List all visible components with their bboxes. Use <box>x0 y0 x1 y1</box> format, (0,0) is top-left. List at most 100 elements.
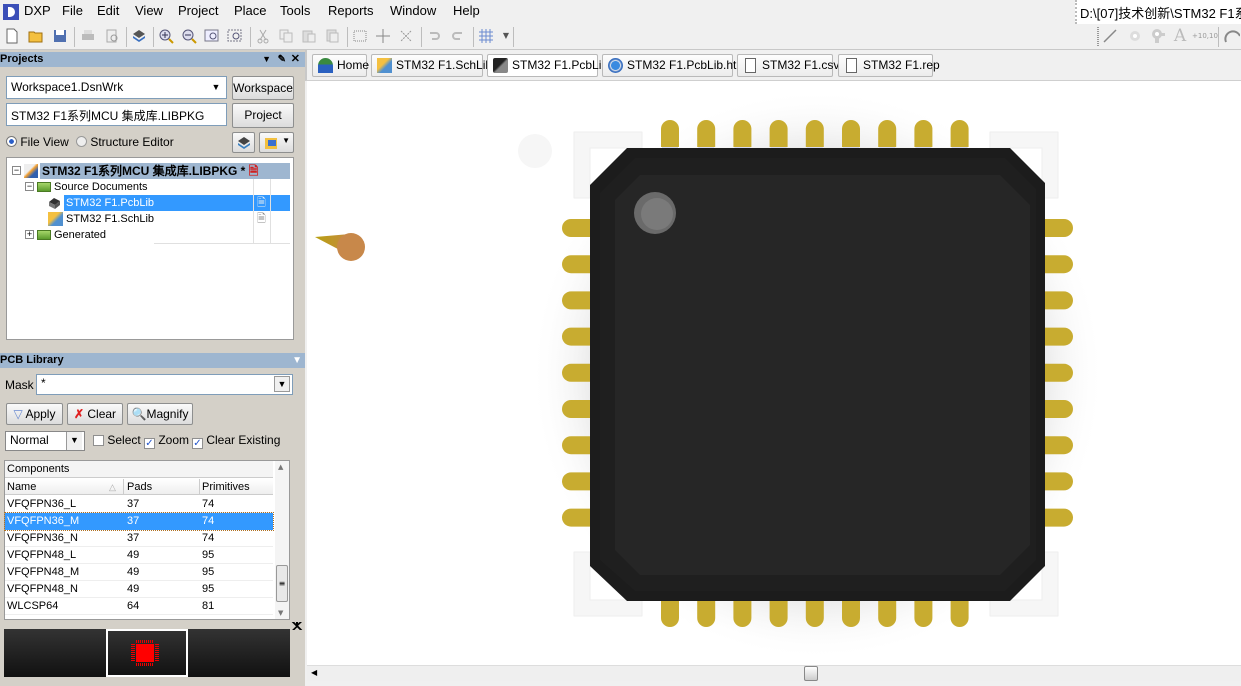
print-preview-icon[interactable] <box>104 28 120 44</box>
structure-editor-radio[interactable]: Structure Editor <box>76 135 174 149</box>
scroll-thumb[interactable]: ≡ <box>276 565 288 602</box>
rubber-stamp-icon[interactable] <box>324 28 340 44</box>
zoom-checkbox[interactable]: ✓ Zoom <box>144 433 189 449</box>
redo-icon[interactable] <box>450 28 466 44</box>
column-header-pads[interactable]: Pads <box>127 479 152 495</box>
via-icon[interactable] <box>1127 28 1143 44</box>
zoom-selection-icon[interactable] <box>227 28 243 44</box>
zoom-out-icon[interactable] <box>181 28 197 44</box>
menu-file[interactable]: File <box>62 3 83 18</box>
project-options-button[interactable]: ▼ <box>259 132 294 153</box>
move-icon[interactable] <box>375 28 391 44</box>
tree-item-pcblib[interactable]: STM32 F1.PcbLib 🗎 <box>7 195 290 211</box>
zoom-fit-icon[interactable] <box>204 28 220 44</box>
pcb-3d-canvas[interactable] <box>307 81 1241 665</box>
project-field[interactable]: STM32 F1系列MCU 集成库.LIBPKG <box>6 103 227 126</box>
menu-window[interactable]: Window <box>390 3 436 18</box>
dxp-logo-icon[interactable] <box>3 4 19 20</box>
checkbox-checked-icon: ✓ <box>192 438 203 449</box>
pad-icon[interactable] <box>1150 28 1166 44</box>
select-area-icon[interactable] <box>352 28 368 44</box>
coordinate-icon[interactable]: +10,10 <box>1192 28 1218 44</box>
column-header-primitives[interactable]: Primitives <box>202 479 250 495</box>
3d-layer-icon[interactable] <box>131 28 147 44</box>
zoom-in-icon[interactable] <box>158 28 174 44</box>
document-tab-label: STM32 F1.SchLib <box>396 58 493 72</box>
grid-dropdown-icon[interactable]: ▼ <box>498 28 514 44</box>
document-tab[interactable]: Home <box>312 54 369 77</box>
string-icon[interactable]: A <box>1172 28 1188 45</box>
project-button[interactable]: Project <box>232 103 294 128</box>
table-row[interactable]: VFQFPN36_M 37 74 <box>4 512 274 531</box>
chevron-down-icon[interactable]: ▼ <box>274 376 290 392</box>
compile-button[interactable] <box>232 132 255 153</box>
workspace-button[interactable]: Workspace <box>232 76 294 100</box>
magnify-button[interactable]: 🔍Magnify <box>127 403 193 425</box>
menu-help[interactable]: Help <box>453 3 480 18</box>
cut-icon[interactable] <box>255 28 271 44</box>
undo-icon[interactable] <box>426 28 442 44</box>
pad-bottom <box>733 600 752 627</box>
document-tab[interactable]: STM32 F1.PcbLib.htm <box>602 54 746 77</box>
copy-icon[interactable] <box>278 28 294 44</box>
menu-reports[interactable]: Reports <box>328 3 374 18</box>
collapse-preview-icon[interactable]: ⵅ <box>292 620 302 633</box>
file-view-radio[interactable]: File View <box>6 135 69 149</box>
grid-icon[interactable] <box>478 28 494 44</box>
collapse-icon[interactable]: − <box>12 166 21 175</box>
collapse-icon[interactable]: − <box>25 182 34 191</box>
apply-button[interactable]: ▽ Apply <box>6 403 63 425</box>
scroll-up-icon[interactable]: ▲ <box>278 463 283 471</box>
table-row[interactable]: WLCSP64 64 81 <box>5 598 273 615</box>
save-icon[interactable] <box>52 28 68 44</box>
clear-existing-checkbox[interactable]: ✓ Clear Existing <box>192 433 280 449</box>
open-folder-icon[interactable] <box>28 28 44 44</box>
tree-item-source-documents[interactable]: − Source Documents <box>7 179 290 195</box>
paste-icon[interactable] <box>301 28 317 44</box>
document-tab[interactable]: STM32 F1.PcbLib <box>487 54 608 77</box>
tree-item-schlib[interactable]: STM32 F1.SchLib 🗎 <box>7 211 290 227</box>
vertical-scrollbar[interactable]: ▲ ≡ ▼ <box>275 461 289 619</box>
table-row[interactable]: VFQFPN48_M 49 95 <box>5 564 273 581</box>
menu-place[interactable]: Place <box>234 3 267 18</box>
scroll-down-icon[interactable]: ▼ <box>278 609 283 617</box>
arc-icon[interactable] <box>1224 28 1241 44</box>
document-tab[interactable]: STM32 F1.rep <box>838 54 940 77</box>
mask-input[interactable]: * ▼ <box>36 374 293 395</box>
pad-right <box>1045 400 1073 418</box>
close-icon[interactable]: ✕ <box>291 52 300 67</box>
select-checkbox[interactable]: Select <box>93 433 141 447</box>
deselect-icon[interactable] <box>398 28 414 44</box>
print-icon[interactable] <box>80 28 96 44</box>
table-row[interactable]: VFQFPN36_N 37 74 <box>5 530 273 547</box>
pin1-silkscreen-marker <box>518 134 552 168</box>
clear-button[interactable]: ✗ Clear <box>67 403 123 425</box>
menu-tools[interactable]: Tools <box>280 3 310 18</box>
document-tab[interactable]: STM32 F1.SchLib <box>371 54 492 77</box>
pin-icon[interactable]: ✎ <box>278 52 286 67</box>
menu-project[interactable]: Project <box>178 3 218 18</box>
table-row[interactable]: VFQFPN48_L 49 95 <box>5 547 273 564</box>
document-tab[interactable]: STM32 F1.csv <box>737 54 839 77</box>
line-icon[interactable] <box>1102 28 1118 44</box>
panel-menu-icon[interactable]: ▼ <box>262 52 271 67</box>
tree-item-generated[interactable]: + Generated <box>7 227 290 243</box>
menu-edit[interactable]: Edit <box>97 3 119 18</box>
project-options-icon <box>264 138 277 149</box>
scroll-left-icon[interactable]: ◀ <box>311 668 317 677</box>
menu-view[interactable]: View <box>135 3 163 18</box>
mode-select[interactable]: Normal ▼ <box>5 431 85 451</box>
scroll-thumb[interactable] <box>804 666 818 681</box>
footprint-preview[interactable] <box>4 629 290 677</box>
horizontal-scrollbar[interactable]: ◀ <box>307 665 1241 681</box>
workspace-select[interactable]: Workspace1.DsnWrk ▼ <box>6 76 227 99</box>
panel-menu-icon[interactable]: ▼ <box>292 353 302 368</box>
expand-icon[interactable]: + <box>25 230 34 239</box>
tree-item-libpkg[interactable]: − STM32 F1系列MCU 集成库.LIBPKG * 🗎 <box>7 163 290 179</box>
new-document-icon[interactable] <box>4 28 20 44</box>
menu-dxp[interactable]: DXP <box>24 3 51 18</box>
table-row[interactable]: VFQFPN36_L 37 74 <box>5 496 273 513</box>
table-row[interactable]: VFQFPN48_N 49 95 <box>5 581 273 598</box>
tree-item-libpkg-label: STM32 F1系列MCU 集成库.LIBPKG * 🗎 <box>40 163 290 179</box>
column-header-name[interactable]: Name <box>7 479 36 495</box>
